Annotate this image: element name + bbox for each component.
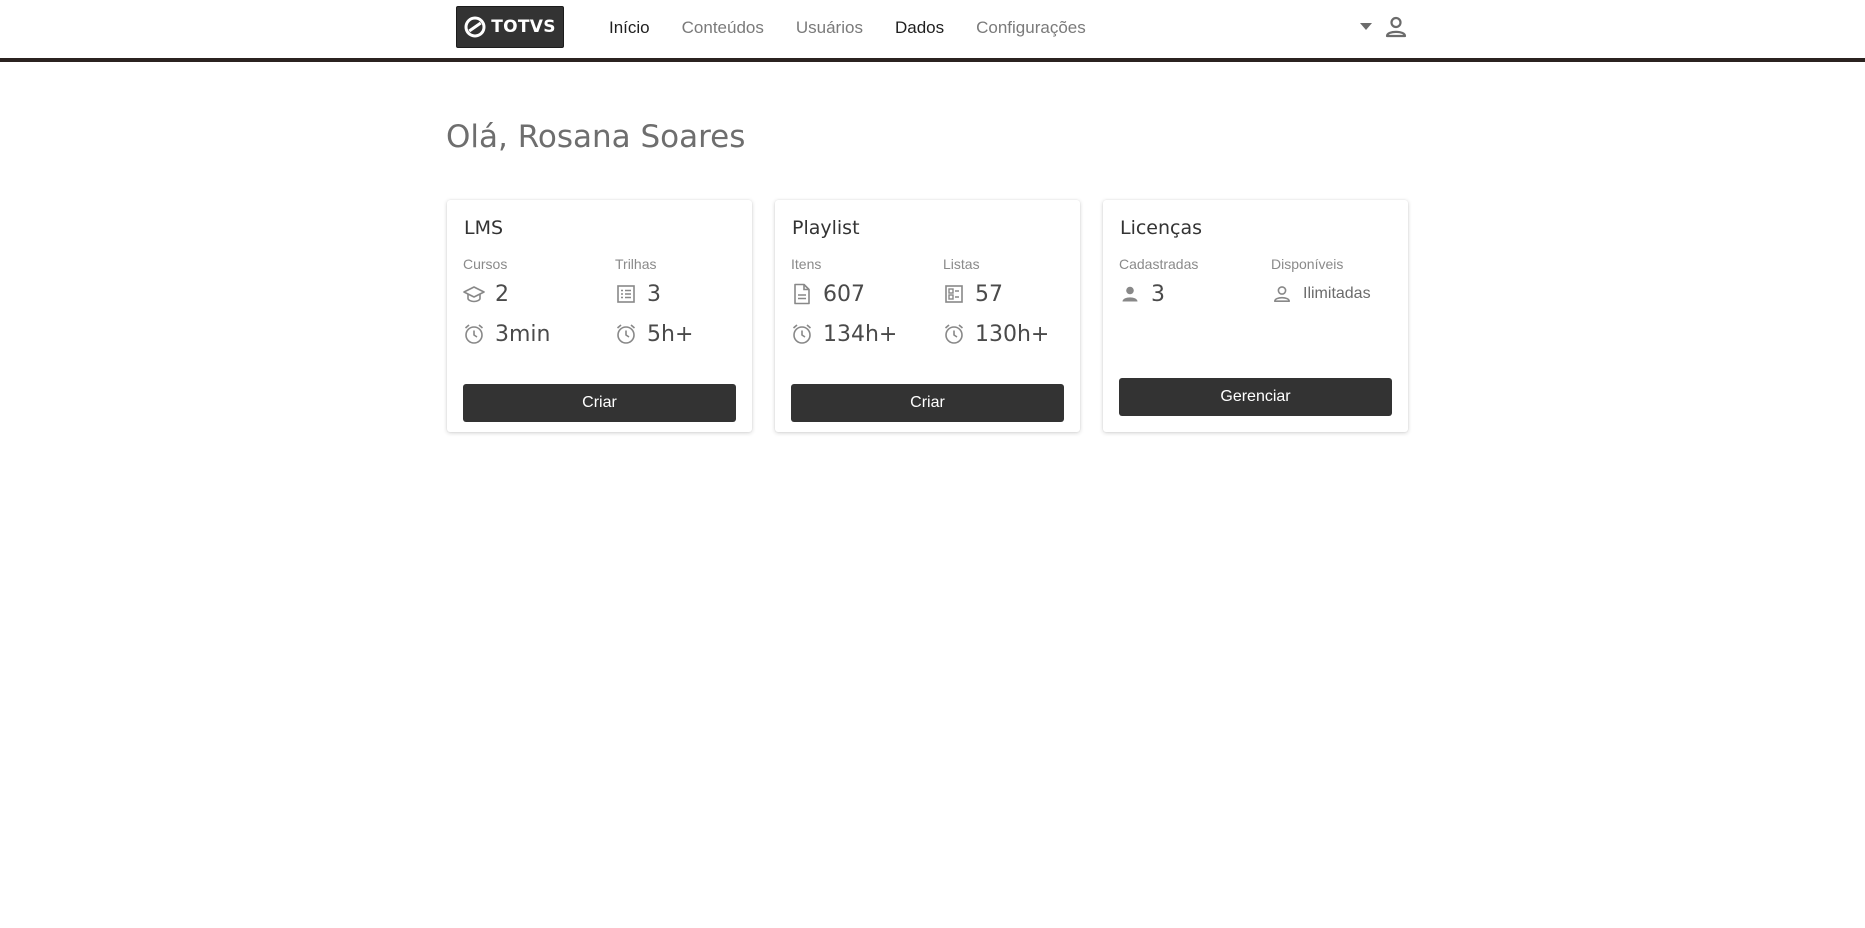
listas-column: Listas 57 130h+ xyxy=(943,256,1083,349)
listas-label: Listas xyxy=(943,256,980,272)
listas-time: 130h+ xyxy=(975,321,1050,347)
alarm-clock-icon xyxy=(791,323,813,345)
graduation-cap-icon xyxy=(463,283,485,305)
disponiveis-label: Disponíveis xyxy=(1271,256,1344,272)
logo-text: TOTVS xyxy=(491,17,556,37)
listas-count-stat: 57 xyxy=(943,279,1083,309)
checklist-icon xyxy=(943,283,965,305)
itens-column: Itens 607 134h+ xyxy=(791,256,931,349)
user-outline-icon xyxy=(1271,283,1293,305)
cursos-time-stat: 3min xyxy=(463,319,603,349)
alarm-clock-icon xyxy=(615,323,637,345)
page-greeting: Olá, Rosana Soares xyxy=(446,119,746,155)
playlist-card: Playlist Itens 607 134h+ Listas 57 130h+… xyxy=(775,200,1080,432)
user-filled-icon xyxy=(1119,283,1141,305)
document-icon xyxy=(791,283,813,305)
licencas-gerenciar-button[interactable]: Gerenciar xyxy=(1119,378,1392,416)
list-icon xyxy=(615,283,637,305)
playlist-criar-button[interactable]: Criar xyxy=(791,384,1064,422)
listas-count: 57 xyxy=(975,281,1003,307)
cadastradas-label: Cadastradas xyxy=(1119,256,1199,272)
itens-count: 607 xyxy=(823,281,865,307)
cadastradas-count: 3 xyxy=(1151,281,1165,307)
cadastradas-stat: 3 xyxy=(1119,279,1259,309)
licencas-card: Licenças Cadastradas 3 Disponíveis Ilimi… xyxy=(1103,200,1408,432)
lms-criar-button[interactable]: Criar xyxy=(463,384,736,422)
trilhas-column: Trilhas 3 5h+ xyxy=(615,256,755,349)
alarm-clock-icon xyxy=(943,323,965,345)
cadastradas-column: Cadastradas 3 xyxy=(1119,256,1259,309)
disponiveis-stat: Ilimitadas xyxy=(1271,279,1411,309)
totvs-logo-icon xyxy=(464,16,486,38)
card-title: Licenças xyxy=(1120,217,1203,239)
top-navigation-bar: TOTVS Início Conteúdos Usuários Dados Co… xyxy=(0,0,1865,62)
cursos-column: Cursos 2 3min xyxy=(463,256,603,349)
itens-count-stat: 607 xyxy=(791,279,931,309)
nav-item-conteudos[interactable]: Conteúdos xyxy=(682,18,764,38)
trilhas-count: 3 xyxy=(647,281,661,307)
nav-item-usuarios[interactable]: Usuários xyxy=(796,18,863,38)
card-title: Playlist xyxy=(792,217,860,239)
itens-time: 134h+ xyxy=(823,321,898,347)
listas-time-stat: 130h+ xyxy=(943,319,1083,349)
main-nav: Início Conteúdos Usuários Dados Configur… xyxy=(609,0,1118,56)
disponiveis-value: Ilimitadas xyxy=(1303,285,1371,302)
card-title: LMS xyxy=(464,217,504,239)
cursos-count-stat: 2 xyxy=(463,279,603,309)
cursos-time: 3min xyxy=(495,321,551,347)
lms-card: LMS Cursos 2 3min Trilhas 3 5h+ Criar xyxy=(447,200,752,432)
itens-label: Itens xyxy=(791,256,822,272)
disponiveis-column: Disponíveis Ilimitadas xyxy=(1271,256,1411,309)
trilhas-time-stat: 5h+ xyxy=(615,319,755,349)
nav-item-configuracoes[interactable]: Configurações xyxy=(976,18,1086,38)
trilhas-count-stat: 3 xyxy=(615,279,755,309)
alarm-clock-icon xyxy=(463,323,485,345)
chevron-down-icon[interactable] xyxy=(1359,20,1373,34)
nav-item-dados[interactable]: Dados xyxy=(895,18,944,38)
user-icon[interactable] xyxy=(1383,14,1409,40)
trilhas-time: 5h+ xyxy=(647,321,694,347)
nav-item-inicio[interactable]: Início xyxy=(609,18,650,38)
cursos-count: 2 xyxy=(495,281,509,307)
trilhas-label: Trilhas xyxy=(615,256,657,272)
cursos-label: Cursos xyxy=(463,256,508,272)
itens-time-stat: 134h+ xyxy=(791,319,931,349)
totvs-logo[interactable]: TOTVS xyxy=(456,6,564,48)
